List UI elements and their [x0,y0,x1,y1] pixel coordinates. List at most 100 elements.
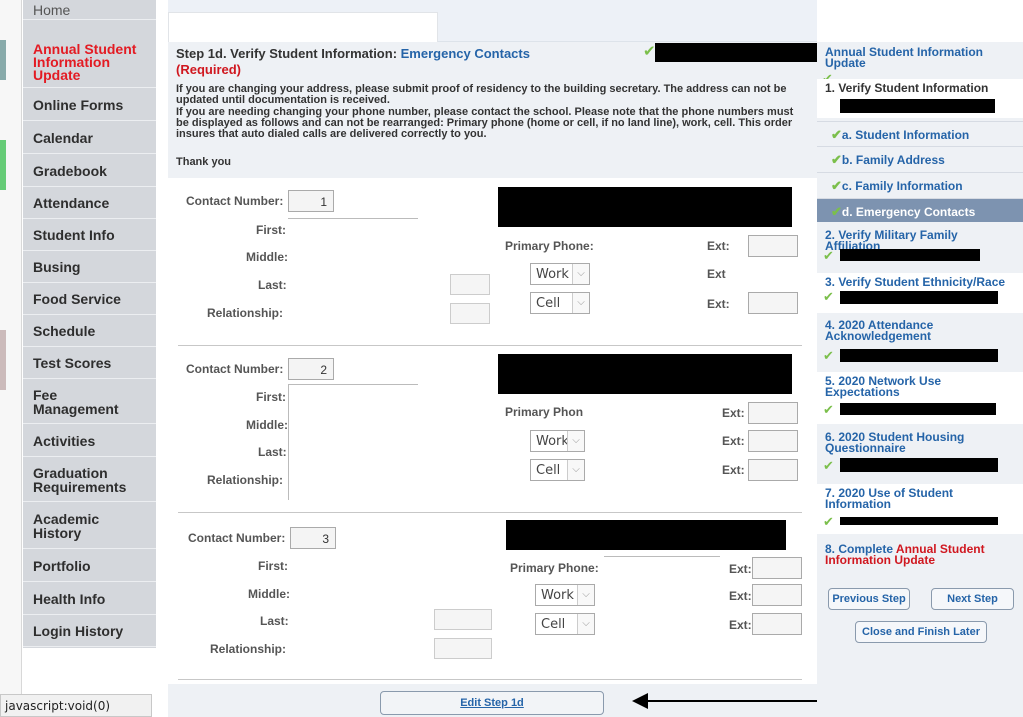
sidebar-item-busing[interactable]: Busing [23,251,156,283]
phone-type-select[interactable]: Cell ⌵ [530,459,585,481]
progress-step-7[interactable]: 7. 2020 Use of Student Information [817,484,1023,534]
step-label: 7. 2020 Use of Student Information [825,486,954,511]
step-label: 5. 2020 Network Use Expectations [825,374,942,399]
ext-field-primary[interactable] [748,402,798,424]
relationship-field[interactable] [434,638,492,659]
phone-type-select[interactable]: Cell ⌵ [535,613,595,635]
progress-sub-c[interactable]: ✔c. Family Information [817,172,1023,196]
redacted-block [840,517,998,525]
sidebar-item-label: Activities [33,432,96,449]
progress-sub-d[interactable]: ✔d. Emergency Contacts [817,198,1023,222]
sidebar-item-fee-management[interactable]: Fee Management [23,380,156,424]
previous-step-button[interactable]: Previous Step [828,588,910,610]
check-icon: ✔ [823,289,834,304]
primary-phone-label: Primary Phone: [505,239,594,253]
sidebar-item-label: Food Service [33,290,121,307]
sidebar-item-academic-history[interactable]: Academic History [23,503,156,549]
sidebar-item-graduation-requirements[interactable]: Graduation Requirements [23,458,156,502]
title-highlight: Emergency Contacts [400,46,530,61]
sidebar-item-health-info[interactable]: Health Info [23,583,156,615]
chevron-down-icon: ⌵ [572,293,589,313]
sidebar-item-label: Student Info [33,226,115,243]
next-step-button[interactable]: Next Step [931,588,1014,610]
sidebar-item-label: Gradebook [33,162,107,179]
first-field[interactable] [288,384,418,385]
sidebar-item-online-forms[interactable]: Online Forms [23,89,156,121]
sidebar-item-label: Academic History [33,510,100,541]
notice-phone: If you are needing changing your phone n… [176,106,794,140]
last-field[interactable] [434,609,492,630]
last-label: Last: [260,614,289,628]
progress-sub-b[interactable]: ✔b. Family Address [817,146,1023,170]
last-label: Last: [258,445,287,459]
sidebar-item-label: Login History [33,622,124,639]
select-value: Work [536,267,569,282]
ext-field-work[interactable] [748,430,798,452]
check-icon: ✔ [823,458,834,473]
sidebar-item-test-scores[interactable]: Test Scores [23,347,156,379]
phone-type-select[interactable]: Work ⌵ [535,584,595,606]
step-label: 4. 2020 Attendance Acknowledgement [825,318,934,343]
progress-step-8[interactable]: 8. Complete Annual Student Information U… [817,543,1023,574]
top-tab[interactable] [168,12,438,42]
first-label: First: [256,390,286,404]
contact-number-field[interactable]: 3 [290,527,336,549]
middle-label: Middle: [248,587,290,601]
progress-step-5[interactable]: 5. 2020 Network Use Expectations [817,372,1023,424]
sidebar-item-label: Busing [33,258,81,275]
sidebar-item-login-history[interactable]: Login History [23,615,156,647]
ext-field-work[interactable] [752,584,802,606]
ext-label: Ext: [707,297,730,311]
sidebar-item-label: Graduation Requirements [33,464,127,495]
redacted-block [840,349,998,362]
ext-label: Ext: [729,589,752,603]
phone-type-select[interactable]: Work ⌵ [530,430,585,452]
check-icon: ✔ [823,248,834,263]
first-field[interactable] [288,218,418,219]
divider [178,345,802,346]
relationship-label: Relationship: [207,473,284,487]
edit-step-button[interactable]: Edit Step 1d [380,691,604,715]
select-value: Work [541,588,574,603]
check-icon: ✔ [831,178,842,193]
sidebar-item-activities[interactable]: Activities [23,425,156,457]
sidebar-item-home[interactable]: Home [23,0,156,20]
divider [178,512,802,513]
ext-field-cell[interactable] [752,613,802,635]
sidebar-item-portfolio[interactable]: Portfolio [23,550,156,582]
ext-field-primary[interactable] [752,557,802,579]
phone-type-select[interactable]: Work ⌵ [530,263,590,285]
chevron-down-icon: ⌵ [577,614,594,634]
sidebar-item-annual-update[interactable]: Annual Student Information Update [23,38,156,88]
relationship-label: Relationship: [207,306,284,320]
chevron-down-icon: ⌵ [567,431,584,451]
primary-phone-field[interactable] [604,556,720,557]
sidebar-item-student-info[interactable]: Student Info [23,219,156,251]
check-icon: ✔ [831,127,842,142]
contact-number-field[interactable]: 1 [288,190,334,212]
sidebar-item-label: Test Scores [33,354,112,371]
last-field[interactable] [450,274,490,295]
ext-field-primary[interactable] [748,235,798,257]
close-finish-later-button[interactable]: Close and Finish Later [855,621,987,643]
ext-field-cell[interactable] [748,459,798,481]
step-label: 6. 2020 Student Housing Questionnaire [825,430,965,455]
progress-sub-a[interactable]: ✔a. Student Information [817,121,1023,145]
sidebar-item-schedule[interactable]: Schedule [23,315,156,347]
phone-type-select[interactable]: Cell ⌵ [530,292,590,314]
select-value: Cell [536,296,561,311]
sidebar-item-attendance[interactable]: Attendance [23,187,156,219]
sidebar-item-gradebook[interactable]: Gradebook [23,155,156,187]
redacted-block [498,187,792,227]
background-window-edge [0,40,6,80]
middle-label: Middle: [246,418,288,432]
step-label: 1. Verify Student Information [825,81,989,95]
relationship-field[interactable] [450,303,490,324]
sidebar-item-food-service[interactable]: Food Service [23,283,156,315]
ext-label: Ext [707,267,726,281]
sub-label: b. Family Address [841,153,945,167]
contact-number-field[interactable]: 2 [288,358,334,380]
sidebar-item-calendar[interactable]: Calendar [23,122,156,154]
primary-phone-label: Primary Phon [505,405,584,419]
ext-field-cell[interactable] [748,292,798,314]
